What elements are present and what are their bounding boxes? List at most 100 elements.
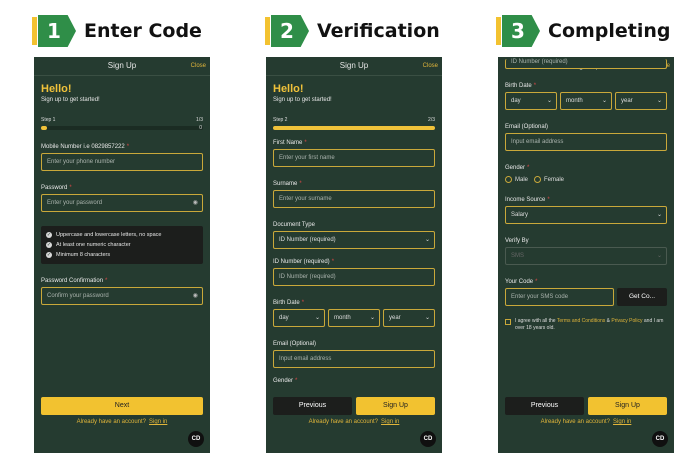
confirm-label-text: Password Confirmation [41, 278, 104, 284]
gender-radio-group: Male Female [505, 176, 667, 183]
agree-text: I agree with all the Terms and Condition… [515, 318, 667, 332]
sign-in-link[interactable]: Sign in [381, 419, 399, 425]
subtitle: Sign up to get started! [273, 97, 332, 103]
eye-icon[interactable]: ◉ [193, 288, 198, 304]
password-input[interactable]: Enter your password ◉ [41, 194, 203, 212]
confirm-password-input[interactable]: Confirm your password ◉ [41, 287, 203, 305]
sms-code-placeholder: Enter your SMS code [511, 294, 569, 301]
birth-date-selects: day ⌄ month ⌄ year ⌄ [505, 92, 667, 110]
gender-label-text: Gender [273, 378, 294, 384]
gender-label: Gender * [273, 378, 435, 384]
check-icon: ✓ [46, 252, 52, 258]
verify-by-select[interactable]: SMS ⌄ [505, 247, 667, 266]
required-mark: * [301, 300, 305, 306]
surname-label-text: Surname [273, 181, 298, 187]
progress-bar [273, 126, 435, 130]
radio-icon [534, 176, 542, 183]
password-rules: ✓ Uppercase and lowercase letters, no spa… [41, 226, 203, 264]
female-radio[interactable]: Female [534, 176, 564, 183]
next-button[interactable]: Next [41, 397, 203, 415]
income-source-label-text: Income Source [505, 197, 546, 204]
email-input[interactable]: Input email address [505, 133, 667, 151]
id-number-input[interactable]: ID Number (required) [273, 268, 435, 286]
close-link[interactable]: Close [191, 57, 206, 75]
terms-link[interactable]: Terms and Conditions [557, 318, 605, 324]
email-input[interactable]: Input email address [273, 350, 435, 368]
privacy-link[interactable]: Privacy Policy [611, 318, 642, 324]
id-number-label: ID Number (required) * [273, 259, 435, 265]
month-select[interactable]: month ⌄ [560, 92, 612, 110]
code-row: Enter your SMS code Get Co... [505, 288, 667, 307]
first-name-label: First Name * [273, 140, 435, 146]
step-count: 2/3 [428, 117, 435, 123]
step-title: Verification [317, 20, 440, 42]
chat-fab-icon[interactable]: CD [188, 431, 204, 447]
chevron-down-icon: ⌄ [656, 253, 662, 260]
year-select[interactable]: year ⌄ [383, 309, 435, 327]
day-select[interactable]: day ⌄ [273, 309, 325, 327]
sign-up-button[interactable]: Sign Up [588, 397, 667, 415]
agree-checkbox[interactable] [505, 319, 511, 326]
birth-date-label: Birth Date * [273, 300, 435, 306]
required-mark: * [527, 165, 530, 171]
password-label-text: Password [41, 185, 68, 191]
header-title: Sign Up [107, 61, 137, 70]
step-badge: 2 [265, 15, 311, 47]
previous-button[interactable]: Previous [273, 397, 352, 415]
surname-input[interactable]: Enter your surname [273, 190, 435, 208]
chevron-down-icon: ⌄ [656, 98, 662, 104]
close-link[interactable]: Close [423, 57, 438, 75]
id-number-input-partial[interactable]: ID Number (required) [505, 59, 667, 69]
previous-button[interactable]: Previous [505, 397, 584, 415]
first-name-input[interactable]: Enter your first name [273, 149, 435, 167]
document-type-label: Document Type [273, 222, 315, 228]
id-number-placeholder: ID Number (required) [279, 274, 336, 280]
id-number-label-text: ID Number (required) [273, 259, 330, 265]
id-number-placeholder: ID Number (required) [511, 59, 568, 65]
mobile-label: Mobile Number i.e 0829857222 * [41, 144, 203, 150]
step-header-2: 2 Verification [265, 14, 440, 48]
month-select[interactable]: month ⌄ [328, 309, 380, 327]
step-header-3: 3 Completing [496, 14, 671, 48]
mobile-input[interactable]: Enter your phone number [41, 153, 203, 171]
sign-in-link[interactable]: Sign in [613, 419, 631, 425]
screen-header: Sign Up Close [266, 57, 442, 75]
year-select[interactable]: year ⌄ [615, 92, 667, 110]
check-icon: ✓ [46, 232, 52, 238]
female-label: Female [544, 177, 565, 184]
email-label: Email (Optional) [505, 124, 549, 130]
rule-item: ✓ At least one numeric character [46, 240, 198, 250]
chat-fab-icon[interactable]: CD [420, 431, 436, 447]
required-mark: * [299, 181, 302, 187]
rule-text: At least one numeric character [56, 242, 131, 248]
step-number: 1 [38, 15, 76, 47]
eye-icon[interactable]: ◉ [193, 195, 198, 211]
chevron-down-icon: ⌄ [656, 212, 662, 219]
code-label-text: Your Code [505, 279, 534, 286]
sign-up-button[interactable]: Sign Up [356, 397, 435, 415]
step-number: 2 [271, 15, 309, 47]
phone-screen-completing: Sign Up Close ID Number (required) Birth… [498, 57, 674, 453]
sign-in-link[interactable]: Sign in [149, 419, 167, 425]
day-select[interactable]: day ⌄ [505, 92, 557, 110]
income-source-select[interactable]: Salary ⌄ [505, 206, 667, 225]
sms-code-input[interactable]: Enter your SMS code [505, 288, 614, 307]
signin-prompt: Already have an account? Sign in [498, 419, 674, 425]
progress-fill [273, 126, 435, 130]
document-type-select[interactable]: ID Number (required) ⌄ [273, 231, 435, 249]
chat-fab-icon[interactable]: CD [652, 431, 668, 447]
check-icon: ✓ [46, 242, 52, 248]
step-title: Enter Code [84, 20, 202, 42]
surname-placeholder: Enter your surname [279, 196, 332, 202]
male-radio[interactable]: Male [505, 176, 528, 183]
step-number: 3 [502, 15, 540, 47]
rule-item: ✓ Uppercase and lowercase letters, no spa… [46, 230, 198, 240]
surname-label: Surname * [273, 181, 435, 187]
chevron-down-icon: ⌄ [546, 98, 552, 104]
chevron-down-icon: ⌄ [601, 98, 607, 104]
rule-text: Uppercase and lowercase letters, no spac… [56, 232, 162, 238]
get-code-button[interactable]: Get Co... [617, 288, 667, 307]
signin-prompt: Already have an account? Sign in [266, 419, 442, 425]
hello-heading: Hello! [41, 83, 72, 95]
have-account-text: Already have an account? [540, 419, 611, 425]
